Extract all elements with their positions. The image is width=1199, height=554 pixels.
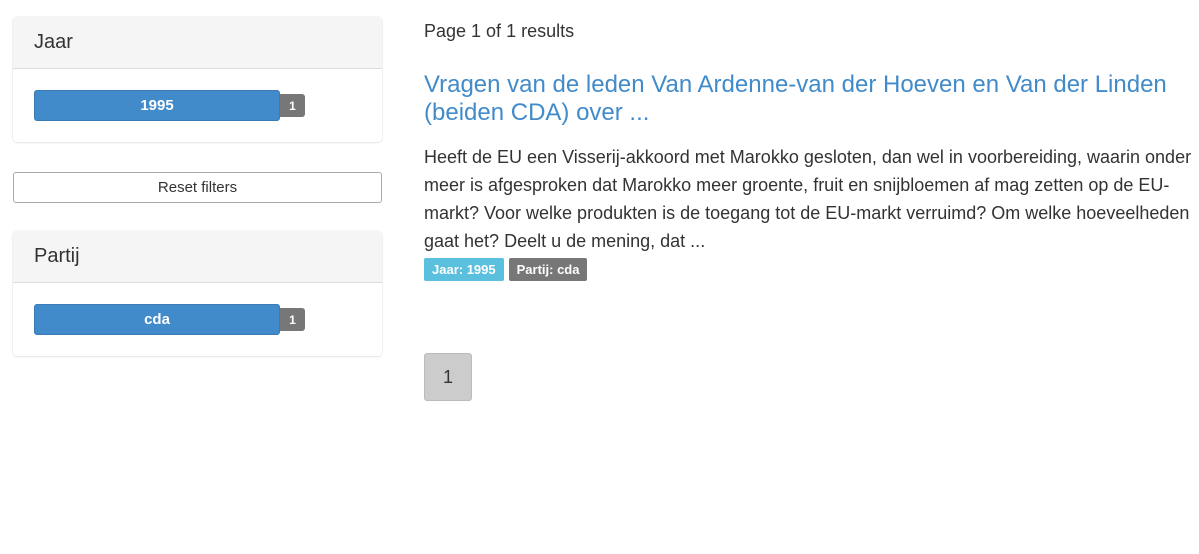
facet-item-party-cda[interactable]: cda 1: [34, 304, 305, 335]
reset-filters-button[interactable]: Reset filters: [13, 172, 382, 203]
facet-panel-party: Partij cda 1: [13, 231, 382, 356]
facet-item-year-1995[interactable]: 1995 1: [34, 90, 305, 121]
result-title-link[interactable]: Vragen van de leden Van Ardenne-van der …: [424, 71, 1194, 127]
result-count-text: Page 1 of 1 results: [424, 21, 575, 41]
facet-button-year-1995[interactable]: 1995: [34, 90, 280, 121]
facet-button-party-cda[interactable]: cda: [34, 304, 280, 335]
facet-heading-party: Partij: [13, 231, 382, 283]
facet-panel-year: Jaar 1995 1: [13, 17, 382, 142]
facet-count-badge: 1: [280, 308, 305, 331]
facet-body-party: cda 1: [13, 283, 382, 356]
tag-party: Partij: cda: [508, 258, 588, 281]
tag-year: Jaar: 1995: [424, 258, 504, 281]
result-snippet: Heeft de EU een Visserij-akkoord met Mar…: [424, 147, 1192, 251]
facet-heading-year: Jaar: [13, 17, 382, 69]
facet-body-year: 1995 1: [13, 69, 382, 142]
facet-count-badge: 1: [280, 94, 305, 117]
pagination-page-1[interactable]: 1: [424, 353, 472, 401]
result-tags: Jaar: 1995 Partij: cda: [424, 258, 588, 281]
